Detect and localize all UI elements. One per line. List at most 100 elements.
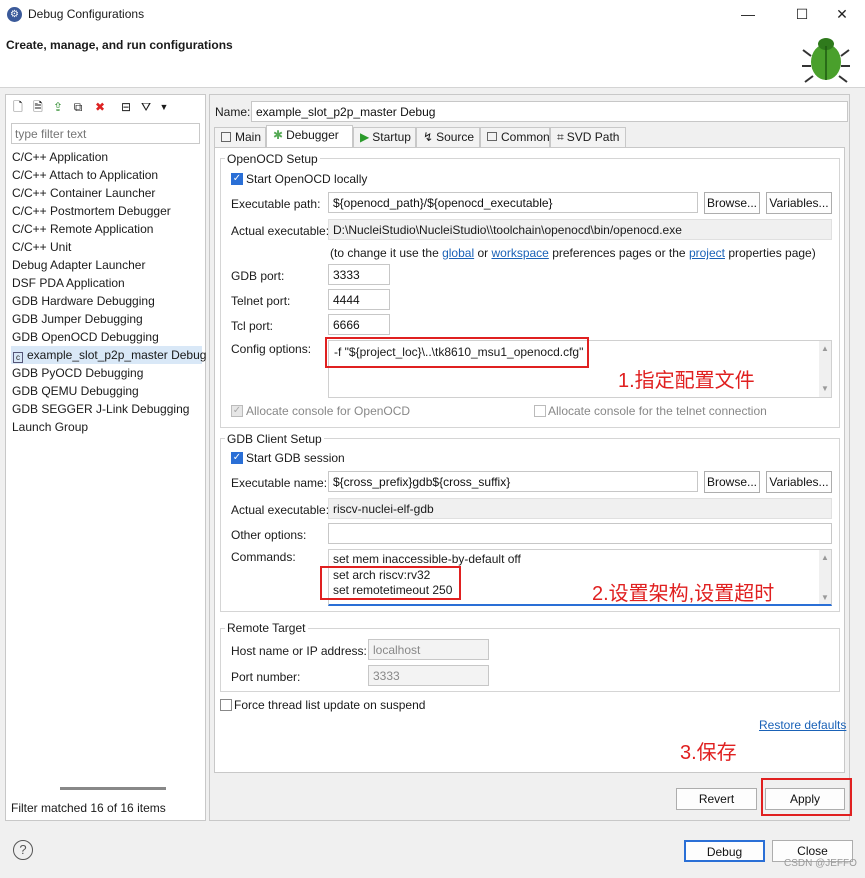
revert-button[interactable]: Revert xyxy=(676,788,757,810)
gdb-port-field[interactable] xyxy=(328,264,390,285)
tab-main-label: Main xyxy=(235,130,262,144)
tree-item-label: example_slot_p2p_master Debug xyxy=(27,348,207,362)
tree-item-label: C/C++ Postmortem Debugger xyxy=(12,204,171,218)
gdb-exec-field[interactable] xyxy=(328,471,698,492)
source-tab-icon: ↯ xyxy=(423,130,434,144)
apply-button[interactable]: Apply xyxy=(765,788,845,810)
gdb-browse-button[interactable]: Browse... xyxy=(704,471,760,493)
openocd-actual-field: D:\NucleiStudio\NucleiStudio\\toolchain\… xyxy=(328,219,832,240)
tree-item[interactable]: C/C++ Container Launcher xyxy=(12,184,155,202)
tree-item[interactable]: C/C++ Postmortem Debugger xyxy=(12,202,171,220)
duplicate-icon[interactable]: ⧉ xyxy=(70,99,86,115)
commands-scroll-down-icon[interactable]: ▼ xyxy=(819,592,831,604)
commands-scroll-up-icon[interactable]: ▲ xyxy=(819,552,831,564)
tree-item[interactable]: C/C++ Remote Application xyxy=(12,220,153,238)
start-openocd-checkbox[interactable]: ✓ xyxy=(231,173,243,185)
export-icon[interactable]: ⇪ xyxy=(50,99,66,115)
workspace-link[interactable]: workspace xyxy=(491,246,548,260)
openocd-actual-value: D:\NucleiStudio\NucleiStudio\\toolchain\… xyxy=(333,223,682,237)
other-options-field[interactable] xyxy=(328,523,832,544)
gdb-actual-field: riscv-nuclei-elf-gdb xyxy=(328,498,832,519)
telnet-port-field[interactable] xyxy=(328,289,390,310)
commands-highlight-box xyxy=(320,566,461,600)
window-title: Debug Configurations xyxy=(28,7,145,21)
project-link[interactable]: project xyxy=(689,246,725,260)
config-scrollbar[interactable]: ▲ ▼ xyxy=(819,341,831,397)
start-gdb-label: Start GDB session xyxy=(246,451,345,465)
tree-item-label: C/C++ Container Launcher xyxy=(12,186,156,200)
tree-item[interactable]: GDB PyOCD Debugging xyxy=(12,364,143,382)
scroll-up-icon[interactable]: ▲ xyxy=(819,343,831,355)
filter-status: Filter matched 16 of 16 items xyxy=(11,801,166,815)
new-config-icon[interactable]: 🗋 xyxy=(10,99,26,115)
tree-item[interactable]: GDB Jumper Debugging xyxy=(12,310,143,328)
scroll-down-icon[interactable]: ▼ xyxy=(819,383,831,395)
gdb-variables-button[interactable]: Variables... xyxy=(766,471,832,493)
tree-item[interactable]: GDB OpenOCD Debugging xyxy=(12,328,159,346)
hint-or: or xyxy=(477,246,489,260)
tab-common[interactable]: Common xyxy=(480,127,550,148)
debug-button[interactable]: Debug xyxy=(684,840,765,862)
delete-icon[interactable]: ✖ xyxy=(92,99,108,115)
tab-svd-path-label: SVD Path xyxy=(566,130,620,144)
telnet-port-label: Telnet port: xyxy=(231,294,291,308)
name-field[interactable] xyxy=(251,101,848,122)
help-icon[interactable]: ? xyxy=(13,840,33,860)
tcl-port-field[interactable] xyxy=(328,314,390,335)
openocd-variables-button[interactable]: Variables... xyxy=(766,192,832,214)
new-prototype-icon[interactable]: 🗎 xyxy=(30,99,46,115)
hint-post: properties page) xyxy=(728,246,816,260)
tree-item-label: C/C++ Attach to Application xyxy=(12,168,159,182)
commands-scrollbar[interactable]: ▲ ▼ xyxy=(819,550,831,604)
tab-debugger-label: Debugger xyxy=(286,128,339,142)
tab-startup[interactable]: ▶ Startup xyxy=(353,127,416,148)
dialog-header: Create, manage, and run configurations xyxy=(0,30,865,88)
openocd-exec-field[interactable] xyxy=(328,192,698,213)
alloc-telnet-checkbox[interactable] xyxy=(534,405,546,417)
tree-item[interactable]: c example_slot_p2p_master Debug xyxy=(11,346,206,364)
force-thread-checkbox[interactable] xyxy=(220,699,232,711)
alloc-openocd-checkbox[interactable]: ✓ xyxy=(231,405,243,417)
tree-item[interactable]: GDB SEGGER J-Link Debugging xyxy=(12,400,189,418)
global-link[interactable]: global xyxy=(442,246,474,260)
host-field[interactable] xyxy=(368,639,489,660)
tree-item[interactable]: C/C++ Unit xyxy=(12,238,71,256)
tab-source[interactable]: ↯ Source xyxy=(416,127,480,148)
tree-item-label: GDB PyOCD Debugging xyxy=(12,366,144,380)
tree-item-label: C/C++ Unit xyxy=(12,240,72,254)
tab-common-label: Common xyxy=(501,130,550,144)
restore-defaults-link[interactable]: Restore defaults xyxy=(759,718,846,732)
svd-tab-icon: ⌗ xyxy=(557,130,564,144)
tab-svd-path[interactable]: ⌗ SVD Path xyxy=(550,127,626,148)
tab-debugger[interactable]: ✱ Debugger xyxy=(266,125,353,148)
tree-item[interactable]: DSF PDA Application xyxy=(12,274,125,292)
host-label: Host name or IP address: xyxy=(231,644,367,658)
openocd-group-title: OpenOCD Setup xyxy=(225,152,320,166)
gdb-port-label: GDB port: xyxy=(231,269,285,283)
filter-input[interactable] xyxy=(11,123,200,144)
gdb-exec-label: Executable name: xyxy=(231,476,328,490)
gdb-client-group-title: GDB Client Setup xyxy=(225,432,324,446)
horizontal-scrollbar[interactable] xyxy=(60,787,166,790)
view-menu-icon[interactable]: ▼ xyxy=(156,99,172,115)
tab-main[interactable]: Main xyxy=(214,127,266,148)
tree-item[interactable]: C/C++ Application xyxy=(12,148,108,166)
port-number-field[interactable] xyxy=(368,665,489,686)
tree-item-label: GDB QEMU Debugging xyxy=(12,384,139,398)
minimize-button[interactable]: — xyxy=(725,0,771,30)
collapse-all-icon[interactable]: ⊟ xyxy=(118,99,134,115)
filter-icon[interactable]: ⛛ xyxy=(138,99,154,115)
config-options-value: -f "${project_loc}\..\tk8610_msu1_openoc… xyxy=(334,345,584,359)
force-thread-label: Force thread list update on suspend xyxy=(234,698,426,712)
close-window-button[interactable]: ✕ xyxy=(819,0,865,30)
tree-item[interactable]: Debug Adapter Launcher xyxy=(12,256,145,274)
start-openocd-label: Start OpenOCD locally xyxy=(246,172,368,186)
common-tab-icon xyxy=(487,132,497,141)
tree-item[interactable]: GDB Hardware Debugging xyxy=(12,292,155,310)
openocd-browse-button[interactable]: Browse... xyxy=(704,192,760,214)
main-tab-icon xyxy=(221,132,231,142)
tree-item[interactable]: C/C++ Attach to Application xyxy=(12,166,158,184)
start-gdb-checkbox[interactable]: ✓ xyxy=(231,452,243,464)
tree-item[interactable]: Launch Group xyxy=(12,418,88,436)
tree-item[interactable]: GDB QEMU Debugging xyxy=(12,382,139,400)
